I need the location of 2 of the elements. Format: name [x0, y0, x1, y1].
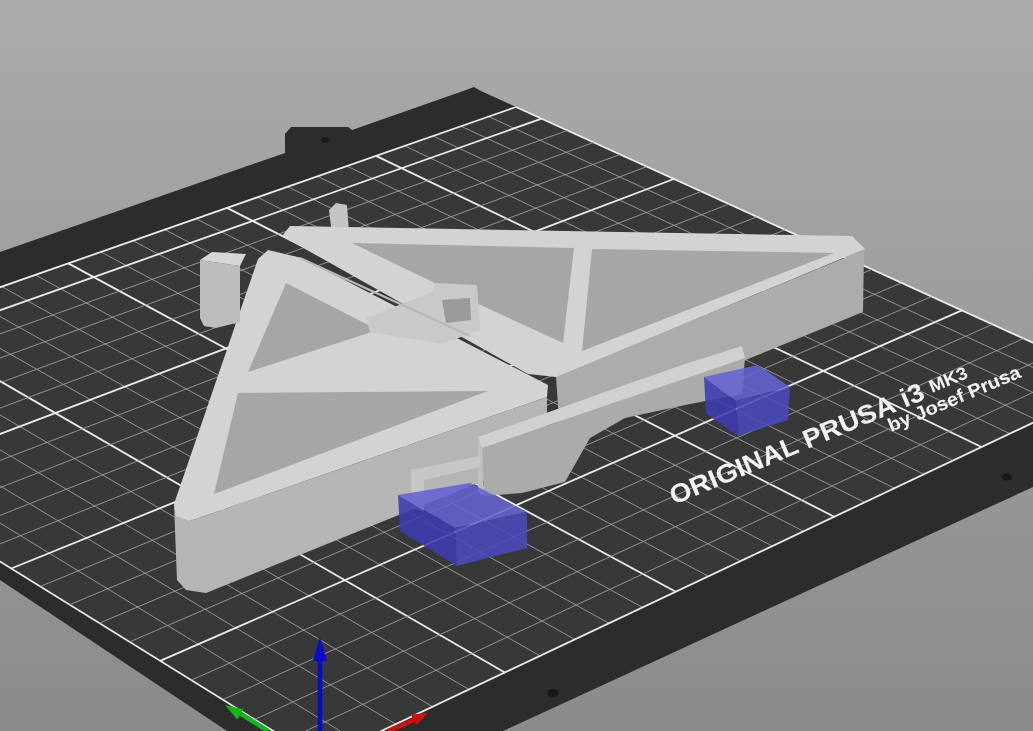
y-axis-arrow — [225, 705, 270, 731]
x-axis-arrow — [387, 713, 428, 731]
